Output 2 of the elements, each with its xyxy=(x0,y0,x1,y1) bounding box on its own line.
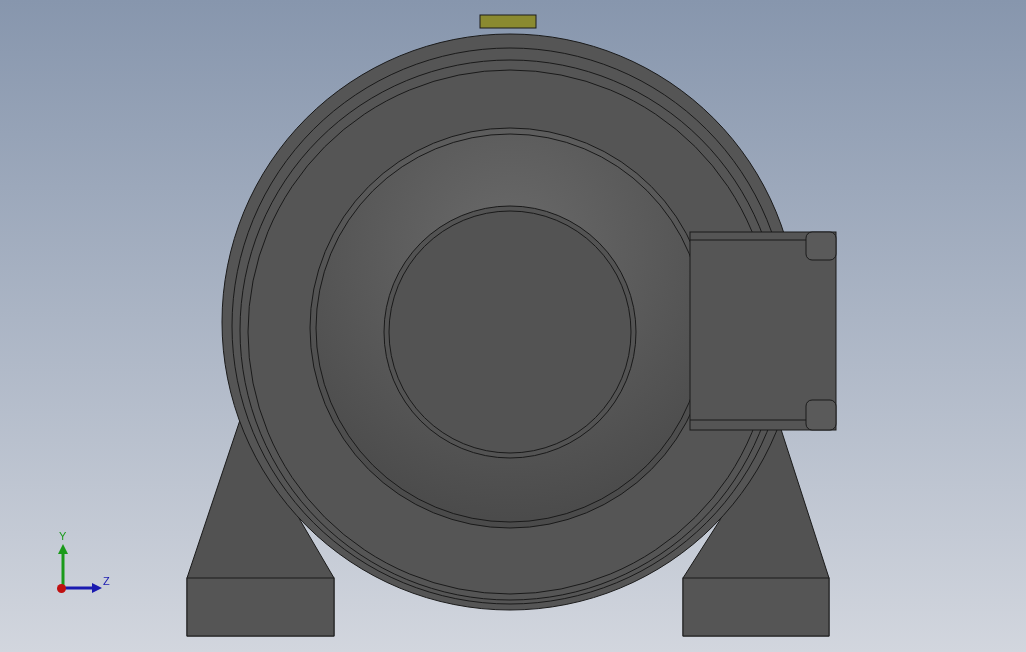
axis-label: Y xyxy=(59,531,67,542)
axis-label: Z xyxy=(103,576,110,587)
